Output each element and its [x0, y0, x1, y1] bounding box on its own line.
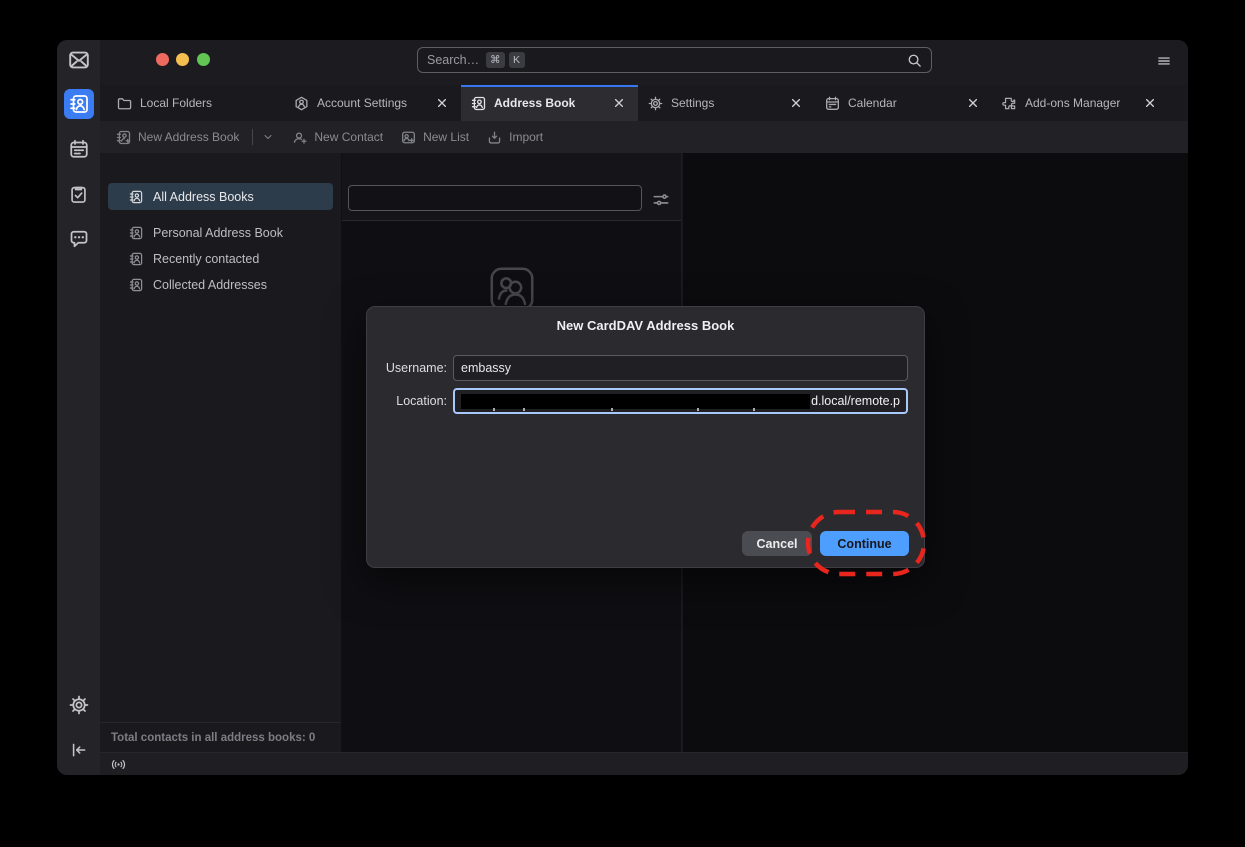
redacted-url-block [461, 394, 810, 409]
close-tab-button[interactable] [610, 94, 628, 112]
close-tab-button[interactable] [433, 94, 451, 112]
broadcast-status-icon [110, 757, 127, 772]
new-list-label: New List [423, 130, 469, 144]
account-settings-icon [294, 96, 309, 111]
continue-button[interactable]: Continue [820, 531, 909, 556]
location-label: Location: [375, 394, 447, 408]
tasks-icon [69, 185, 88, 204]
hamburger-icon [1156, 54, 1172, 68]
address-book-icon [69, 94, 89, 114]
split-button-divider [252, 129, 253, 145]
book-row-all-address-books[interactable]: All Address Books [108, 183, 333, 210]
new-address-book-label: New Address Book [138, 130, 239, 144]
chevron-down-icon[interactable] [262, 131, 274, 143]
person-plus-icon [292, 130, 307, 145]
address-book-icon [471, 96, 486, 111]
username-field[interactable] [453, 355, 908, 381]
cmd-key-badge: ⌘ [486, 52, 505, 68]
contact-list-plus-icon [401, 130, 416, 145]
collapse-arrow-icon [70, 741, 88, 759]
addressbook-toolbar: New Address Book New Contact New List Im… [100, 121, 1188, 153]
new-contact-label: New Contact [314, 130, 383, 144]
address-book-icon [129, 226, 143, 240]
book-row-label: Collected Addresses [153, 278, 267, 292]
calendar-icon [825, 96, 840, 111]
dialog-title: New CardDAV Address Book [367, 318, 924, 333]
tasks-space-button[interactable] [64, 179, 94, 209]
location-field[interactable]: d.local/remote.p [453, 388, 908, 414]
addressbook-space-button[interactable] [64, 89, 94, 119]
book-row-label: Recently contacted [153, 252, 259, 266]
cancel-button[interactable]: Cancel [742, 531, 812, 556]
tab-account-settings[interactable]: Account Settings [284, 85, 461, 121]
traffic-zoom-button[interactable] [197, 53, 210, 66]
tab-label: Calendar [848, 96, 897, 110]
traffic-minimize-button[interactable] [176, 53, 189, 66]
address-book-icon [129, 190, 143, 204]
app-menu-button[interactable] [1156, 53, 1172, 69]
chat-space-button[interactable] [64, 224, 94, 254]
tab-label: Local Folders [140, 96, 212, 110]
book-row-personal[interactable]: Personal Address Book [108, 219, 333, 246]
gear-icon [69, 695, 89, 715]
calendar-icon [69, 139, 89, 159]
tab-local-folders[interactable]: Local Folders [107, 85, 284, 121]
app-window: ⌘ K Local Folders Account Settings Addre… [57, 40, 1188, 775]
gear-icon [648, 96, 663, 111]
new-address-book-button[interactable]: New Address Book [116, 129, 274, 145]
global-search[interactable]: ⌘ K [417, 47, 932, 73]
mail-icon [68, 49, 90, 71]
book-row-label: Personal Address Book [153, 226, 283, 240]
tab-calendar[interactable]: Calendar [815, 85, 992, 121]
titlebar: ⌘ K [100, 40, 1188, 85]
import-label: Import [509, 130, 543, 144]
calendar-space-button[interactable] [64, 134, 94, 164]
close-tab-button[interactable] [787, 94, 805, 112]
display-options-button[interactable] [652, 191, 670, 209]
username-label: Username: [375, 361, 447, 375]
tab-label: Account Settings [317, 96, 407, 110]
new-contact-button[interactable]: New Contact [292, 130, 383, 145]
mail-space-button[interactable] [64, 45, 94, 75]
book-row-collected-addresses[interactable]: Collected Addresses [108, 271, 333, 298]
spaces-settings-button[interactable] [64, 690, 94, 720]
location-visible-text: d.local/remote.p [811, 394, 900, 408]
address-book-icon [129, 278, 143, 292]
traffic-close-button[interactable] [156, 53, 169, 66]
close-tab-button[interactable] [964, 94, 982, 112]
close-tab-button[interactable] [1141, 94, 1159, 112]
k-key-badge: K [509, 52, 525, 68]
spaces-toolbar [57, 40, 100, 775]
tab-label: Add-ons Manager [1025, 96, 1120, 110]
address-book-icon [129, 252, 143, 266]
status-bar [100, 752, 1188, 775]
address-book-plus-icon [116, 130, 131, 145]
folder-icon [117, 96, 132, 111]
tab-label: Address Book [494, 96, 575, 110]
tab-address-book[interactable]: Address Book [461, 85, 638, 121]
tab-bar: Local Folders Account Settings Address B… [100, 85, 1188, 121]
display-options-icon [652, 191, 670, 209]
new-list-button[interactable]: New List [401, 130, 469, 145]
book-row-label: All Address Books [153, 190, 254, 204]
import-icon [487, 130, 502, 145]
import-button[interactable]: Import [487, 130, 543, 145]
address-books-pane: All Address Books Personal Address Book … [100, 153, 342, 752]
chat-icon [69, 229, 89, 249]
collapse-spaces-button[interactable] [64, 735, 94, 765]
contacts-count-status: Total contacts in all address books: 0 [100, 722, 341, 752]
tab-addons-manager[interactable]: Add-ons Manager [992, 85, 1169, 121]
contacts-filter-input[interactable] [348, 185, 642, 211]
book-row-recently-contacted[interactable]: Recently contacted [108, 245, 333, 272]
tab-settings[interactable]: Settings [638, 85, 815, 121]
tab-label: Settings [671, 96, 714, 110]
search-icon [907, 53, 922, 68]
contacts-list-header [342, 153, 681, 221]
puzzle-icon [1002, 96, 1017, 111]
new-carddav-dialog: New CardDAV Address Book Username: Locat… [366, 306, 925, 568]
